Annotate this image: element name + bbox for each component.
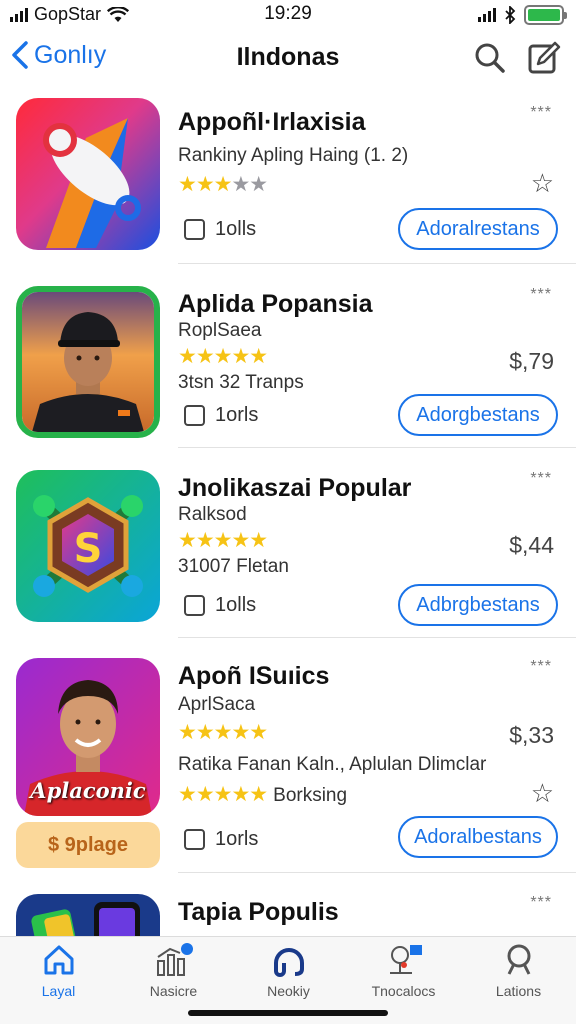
checkbox-label: 1orls [215,404,259,426]
rating-stars: ★★★★★ [178,529,268,552]
headset-icon [273,948,304,977]
tab-label: Layal [41,983,76,999]
list-item[interactable]: S Jnolikaszai Popular *** Ralksod ★★★★★ … [0,460,576,638]
price: $,44 [509,532,554,558]
app-info: 31007 Fletan [178,556,289,577]
more-menu[interactable]: *** [530,470,552,488]
app-icon[interactable] [16,286,160,438]
divider [178,872,576,873]
tab-label: Tnocalocs [371,983,436,999]
location-icon [389,945,422,974]
price: $,33 [509,722,554,748]
promo-badge[interactable]: $ 9plage [16,822,160,868]
divider [178,263,576,264]
app-icon[interactable] [16,98,160,250]
select-checkbox[interactable]: 1orls [184,404,258,427]
app-name: Aplida Popansia [178,290,373,318]
app-name: Tapia Populis [178,898,339,926]
home-icon [44,945,73,975]
tab-label: Nasicre [149,983,198,999]
select-checkbox[interactable]: 1orls [184,828,258,851]
app-subtitle: AprlSaca [178,694,256,715]
more-menu[interactable]: *** [530,658,552,676]
tab-neokiy[interactable]: Neokiy [231,943,346,999]
get-button[interactable]: Adoralrestans [398,208,558,250]
get-button[interactable]: Adorgbestans [398,394,558,436]
rating-stars: ★★★★★ [178,345,268,368]
app-icon[interactable]: Aplaconic [16,658,160,816]
app-info: 3tsn 32 Tranps [178,372,304,393]
nav-bar: Gonlıy Ilndonas [0,30,576,88]
select-checkbox[interactable]: 1olls [184,218,256,241]
status-icons [478,5,567,25]
tab-label: Neokiy [267,983,310,999]
rating-stars: ★★★★★ [178,721,268,744]
rating-stars: ★★★★★ [178,173,268,196]
bluetooth-icon [505,6,516,24]
checkbox-icon[interactable] [184,595,205,616]
app-subtitle: Rankiny Apling Haing (1. 2) [178,145,409,166]
app-icon[interactable] [16,894,160,936]
get-button[interactable]: Adoralbestans [398,816,558,858]
tab-bar: Layal Nasicre Neokiy Tnocalocs Lations [0,936,576,1024]
tab-layal[interactable]: Layal [1,943,116,999]
checkbox-label: 1orls [215,828,259,850]
checkbox-icon[interactable] [184,405,205,426]
list-item[interactable]: Aplaconic $ 9plage Apoñ ISuıics *** Aprl… [0,650,576,873]
more-menu[interactable]: *** [530,286,552,304]
icon-caption: Aplaconic [30,778,146,803]
app-name: Apoñ ISuıics [178,662,330,690]
search-icon[interactable] [472,40,508,76]
tab-nasicre[interactable]: Nasicre [116,943,231,999]
checkbox-label: 1olls [215,594,257,616]
status-bar: GopStar 19:29 [0,0,576,30]
app-info: Ratika Fanan Kaln., Aplulan Dlimclar [178,754,487,775]
divider [178,637,576,638]
app-list: Appoñl·Irlaxisia *** Rankiny Apling Hain… [0,90,576,936]
app-name: Appoñl·Irlaxisia [178,108,366,136]
svg-text:S: S [74,526,103,572]
battery-icon [524,5,567,25]
tab-label: Lations [495,983,542,999]
more-menu[interactable]: *** [530,894,552,912]
list-item[interactable]: Aplida Popansia *** RoplSaea ★★★★★ $,79 … [0,276,576,448]
checkbox-label: 1olls [215,218,257,240]
more-menu[interactable]: *** [530,104,552,122]
list-item[interactable]: Appoñl·Irlaxisia *** Rankiny Apling Hain… [0,90,576,264]
get-button[interactable]: Adbrgbestans [398,584,558,626]
list-item[interactable]: Tapia Populis *** [0,892,576,936]
chart-icon [156,943,193,976]
checkbox-icon[interactable] [184,829,205,850]
price: $,79 [509,348,554,374]
secondary-rating: ★★★★★ Borksing [178,783,348,806]
home-indicator[interactable] [188,1010,388,1016]
app-icon[interactable]: S [16,470,160,622]
signal-icon [478,8,496,22]
favorite-star-icon[interactable]: ☆ [531,168,554,199]
select-checkbox[interactable]: 1olls [184,594,256,617]
tab-lations[interactable]: Lations [461,943,576,999]
app-name: Jnolikaszai Popular [178,474,412,502]
search-icon [507,944,530,975]
app-subtitle: RoplSaea [178,320,262,341]
app-subtitle: Ralksod [178,504,247,525]
checkbox-icon[interactable] [184,219,205,240]
compose-icon[interactable] [526,40,562,76]
favorite-star-icon[interactable]: ☆ [531,778,554,809]
tab-tnocalocs[interactable]: Tnocalocs [346,943,461,999]
divider [178,447,576,448]
